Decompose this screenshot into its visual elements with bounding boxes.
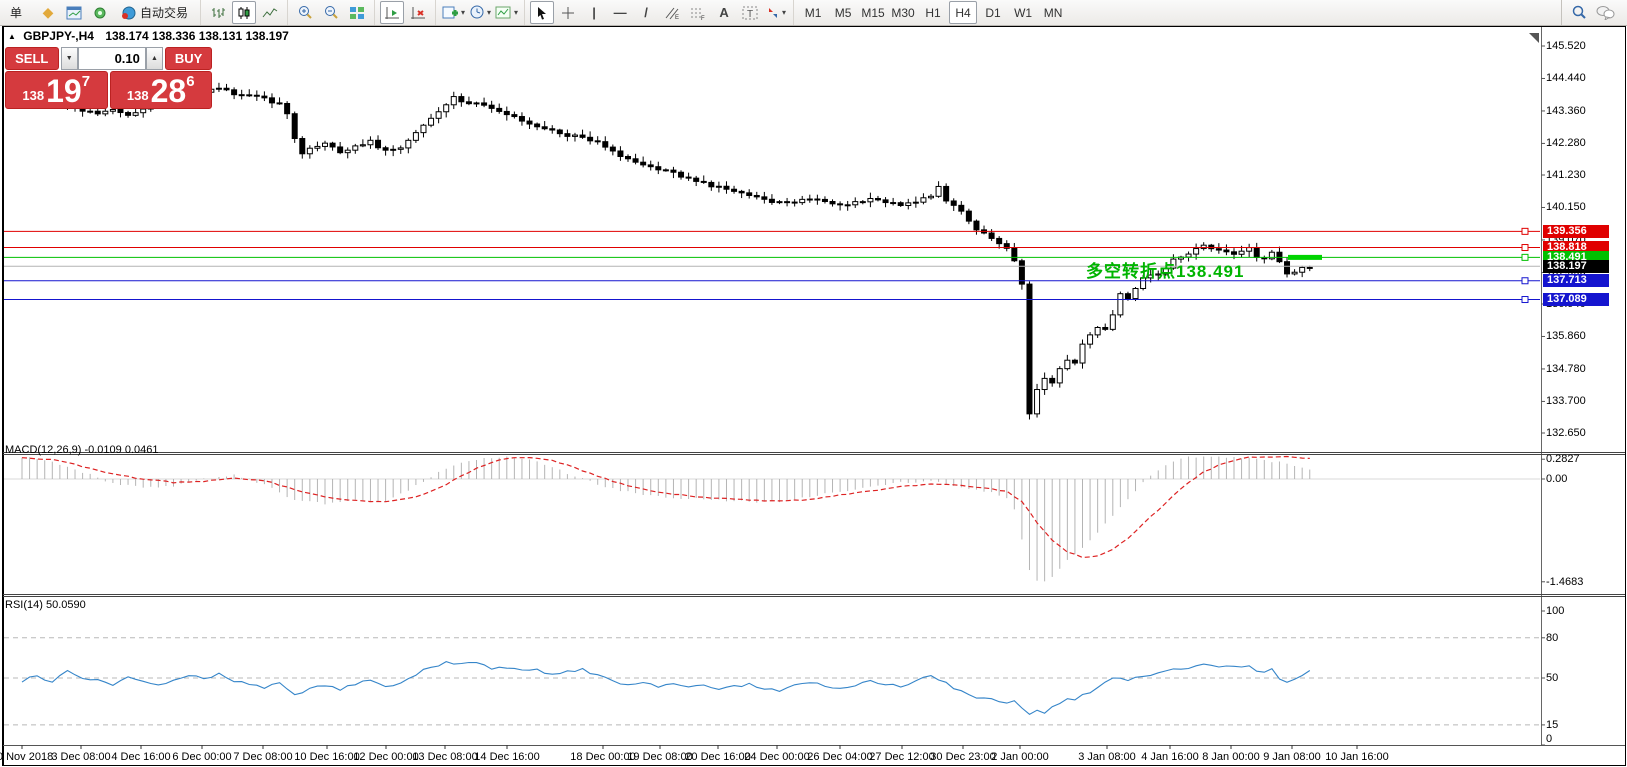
- mt4-terminal: 单 ◆ 自动交易: [0, 0, 1627, 767]
- buy-price-base: 138: [127, 85, 149, 107]
- pivot-annotation: 多空转折点138.491: [1086, 257, 1244, 282]
- chart-surface[interactable]: [0, 0, 1627, 767]
- rsi-label: RSI(14) 50.0590: [5, 599, 86, 611]
- sell-price-base: 138: [22, 85, 44, 107]
- volume-increase-button[interactable]: ▲: [146, 47, 163, 70]
- volume-decrease-button[interactable]: ▼: [61, 47, 78, 70]
- one-click-trading-panel: SELL ▼ 0.10 ▲ BUY 138197 138286: [5, 47, 212, 110]
- collapse-icon[interactable]: ▲: [8, 32, 16, 41]
- buy-button[interactable]: BUY: [165, 47, 212, 70]
- sell-price-button[interactable]: 138197: [5, 71, 108, 109]
- chart-title: ▲ GBPJPY-,H4 138.174 138.336 138.131 138…: [8, 29, 289, 43]
- sell-price-main: 19: [46, 75, 82, 107]
- macd-label: MACD(12,26,9) -0.0109 0.0461: [5, 444, 158, 456]
- volume-input[interactable]: 0.10: [78, 47, 146, 70]
- buy-price-main: 28: [151, 75, 187, 107]
- sell-button[interactable]: SELL: [5, 47, 59, 70]
- chart-symbol: GBPJPY-,H4: [23, 29, 94, 43]
- sell-price-pip: 7: [82, 74, 90, 89]
- buy-price-button[interactable]: 138286: [110, 71, 213, 109]
- buy-price-pip: 6: [186, 74, 194, 89]
- chart-ohlc-values: 138.174 138.336 138.131 138.197: [105, 29, 289, 43]
